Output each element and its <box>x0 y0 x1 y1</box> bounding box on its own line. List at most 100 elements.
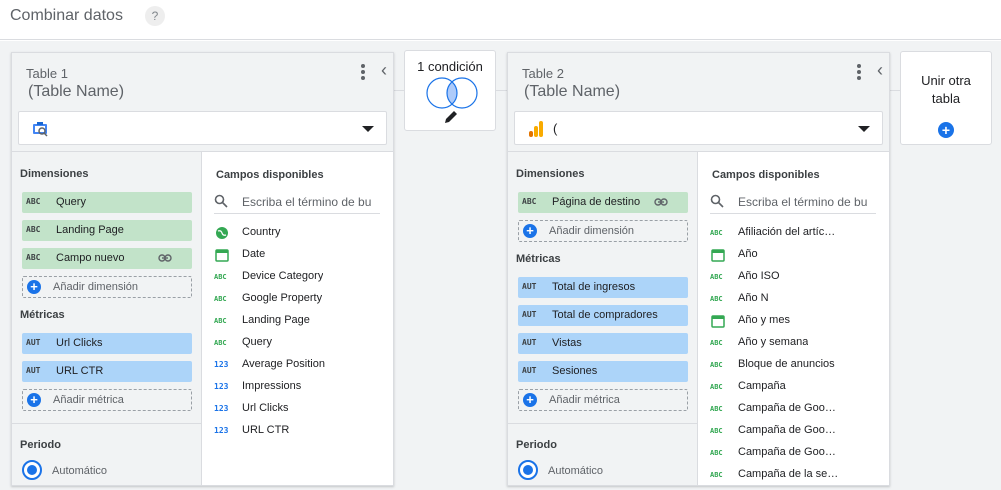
search-console-icon <box>33 122 48 137</box>
field-item[interactable]: Date <box>202 244 393 266</box>
add-dimension-button[interactable]: + Añadir dimensión <box>22 276 192 298</box>
text-type-icon: ABC <box>710 229 723 237</box>
dropdown-arrow-icon <box>858 126 870 132</box>
field-list: Country Date ABC Device Category ABC Goo… <box>202 222 393 442</box>
available-fields-title: Campos disponibles <box>216 169 324 181</box>
metric-chip[interactable]: AUT Sesiones <box>518 361 688 382</box>
dimension-name: Landing Page <box>56 224 124 236</box>
table-label: Table 2 <box>522 66 564 81</box>
metric-name: Total de compradores <box>552 309 658 321</box>
field-item[interactable]: ABC Device Category <box>202 266 393 288</box>
field-item[interactable]: ABC Bloque de anuncios <box>698 354 889 376</box>
field-list: ABC Afiliación del artíc… Año ABC Año IS… <box>698 222 889 485</box>
divider <box>508 423 698 424</box>
field-item[interactable]: ABC Afiliación del artíc… <box>698 222 889 244</box>
number-type-icon: 123 <box>214 426 229 435</box>
field-item[interactable]: Año <box>698 244 889 266</box>
text-type-icon: ABC <box>214 339 227 347</box>
field-item[interactable]: Año y mes <box>698 310 889 332</box>
collapse-icon[interactable]: ‹ <box>877 61 883 79</box>
field-item[interactable]: ABC Google Property <box>202 288 393 310</box>
join-another-table-button[interactable]: Unir otra tabla + <box>900 51 992 145</box>
calendar-icon <box>215 249 229 262</box>
add-metric-button[interactable]: + Añadir métrica <box>518 389 688 411</box>
field-item[interactable]: ABC Landing Page <box>202 310 393 332</box>
field-item[interactable]: 123 Average Position <box>202 354 393 376</box>
metric-chip[interactable]: AUT Total de ingresos <box>518 277 688 298</box>
period-label: Periodo <box>20 439 61 451</box>
divider <box>12 423 202 424</box>
period-auto-radio[interactable] <box>22 460 42 480</box>
connector-line <box>890 90 900 91</box>
more-options-icon[interactable] <box>853 63 865 81</box>
metric-chip[interactable]: AUT Total de compradores <box>518 305 688 326</box>
add-metric-button[interactable]: + Añadir métrica <box>22 389 192 411</box>
top-bar: Combinar datos ? <box>0 0 1001 40</box>
text-type-icon: ABC <box>214 295 227 303</box>
field-item[interactable]: ABC Año ISO <box>698 266 889 288</box>
metric-name: Vistas <box>552 337 582 349</box>
text-type-icon: ABC <box>710 427 723 435</box>
field-item[interactable]: ABC Año y semana <box>698 332 889 354</box>
metric-chip[interactable]: AUT Vistas <box>518 333 688 354</box>
field-item[interactable]: ABC Query <box>202 332 393 354</box>
field-item[interactable]: 123 Url Clicks <box>202 398 393 420</box>
search-icon <box>710 194 724 208</box>
aggregation-type-icon: AUT <box>522 338 537 347</box>
period-auto-label: Automático <box>548 465 604 477</box>
table-card-1: Table 1 (Table Name) ‹ Dimensiones ABC Q… <box>11 52 394 486</box>
dimension-name: Página de destino <box>552 196 641 208</box>
field-search <box>710 190 876 214</box>
join-condition-label: 1 condición <box>417 59 483 74</box>
more-options-icon[interactable] <box>357 63 369 81</box>
field-search-input[interactable] <box>242 193 378 211</box>
metric-chip[interactable]: AUT URL CTR <box>22 361 192 382</box>
dimensions-label: Dimensiones <box>516 168 585 180</box>
dimension-chip[interactable]: ABC Página de destino <box>518 192 688 213</box>
data-source-name: ( <box>553 121 558 136</box>
text-type-icon: ABC <box>710 405 723 413</box>
join-condition-card[interactable]: 1 condición <box>404 50 496 131</box>
field-item[interactable]: ABC Campaña de Goo… <box>698 442 889 464</box>
data-source-select[interactable] <box>18 111 387 145</box>
metric-name: Total de ingresos <box>552 281 636 293</box>
data-source-select[interactable]: ( <box>514 111 883 145</box>
field-item[interactable]: ABC Campaña <box>698 376 889 398</box>
globe-icon <box>216 227 228 239</box>
field-item[interactable]: 123 Impressions <box>202 376 393 398</box>
dimension-chip[interactable]: ABC Campo nuevo <box>22 248 192 269</box>
dimension-chip[interactable]: ABC Landing Page <box>22 220 192 241</box>
field-item[interactable]: ABC Campaña de Goo… <box>698 398 889 420</box>
field-search <box>214 190 380 214</box>
table-name[interactable]: (Table Name) <box>28 83 124 101</box>
field-item[interactable]: ABC Campaña de la se… <box>698 464 889 485</box>
selected-fields-panel: Dimensiones ABC Query ABC Landing Page A… <box>12 151 202 485</box>
dimension-chip[interactable]: ABC Query <box>22 192 192 213</box>
link-icon[interactable] <box>158 252 172 264</box>
table-card-2: Table 2 (Table Name) ‹ ( Dimensiones ABC… <box>507 52 890 486</box>
field-item[interactable]: Country <box>202 222 393 244</box>
help-icon[interactable]: ? <box>145 6 165 26</box>
period-auto-radio[interactable] <box>518 460 538 480</box>
available-fields-title: Campos disponibles <box>712 169 820 181</box>
field-item[interactable]: 123 URL CTR <box>202 420 393 442</box>
field-item[interactable]: ABC Año N <box>698 288 889 310</box>
number-type-icon: 123 <box>214 382 229 391</box>
aggregation-type-icon: AUT <box>522 366 537 375</box>
add-icon: + <box>27 393 41 407</box>
table-name[interactable]: (Table Name) <box>524 83 620 101</box>
selected-fields-panel: Dimensiones ABC Página de destino + Añad… <box>508 151 698 485</box>
table-header: Table 2 (Table Name) ‹ ( <box>508 53 889 151</box>
text-type-icon: ABC <box>522 197 537 206</box>
table-label: Table 1 <box>26 66 68 81</box>
link-icon[interactable] <box>654 196 668 208</box>
join-label-line: tabla <box>931 91 961 106</box>
field-search-input[interactable] <box>738 193 874 211</box>
available-fields-panel: Campos disponibles ABC Afiliación del ar… <box>698 151 889 485</box>
edit-icon[interactable] <box>443 109 459 125</box>
field-item[interactable]: ABC Campaña de Goo… <box>698 420 889 442</box>
text-type-icon: ABC <box>26 197 41 206</box>
metric-chip[interactable]: AUT Url Clicks <box>22 333 192 354</box>
add-dimension-button[interactable]: + Añadir dimensión <box>518 220 688 242</box>
collapse-icon[interactable]: ‹ <box>381 61 387 79</box>
